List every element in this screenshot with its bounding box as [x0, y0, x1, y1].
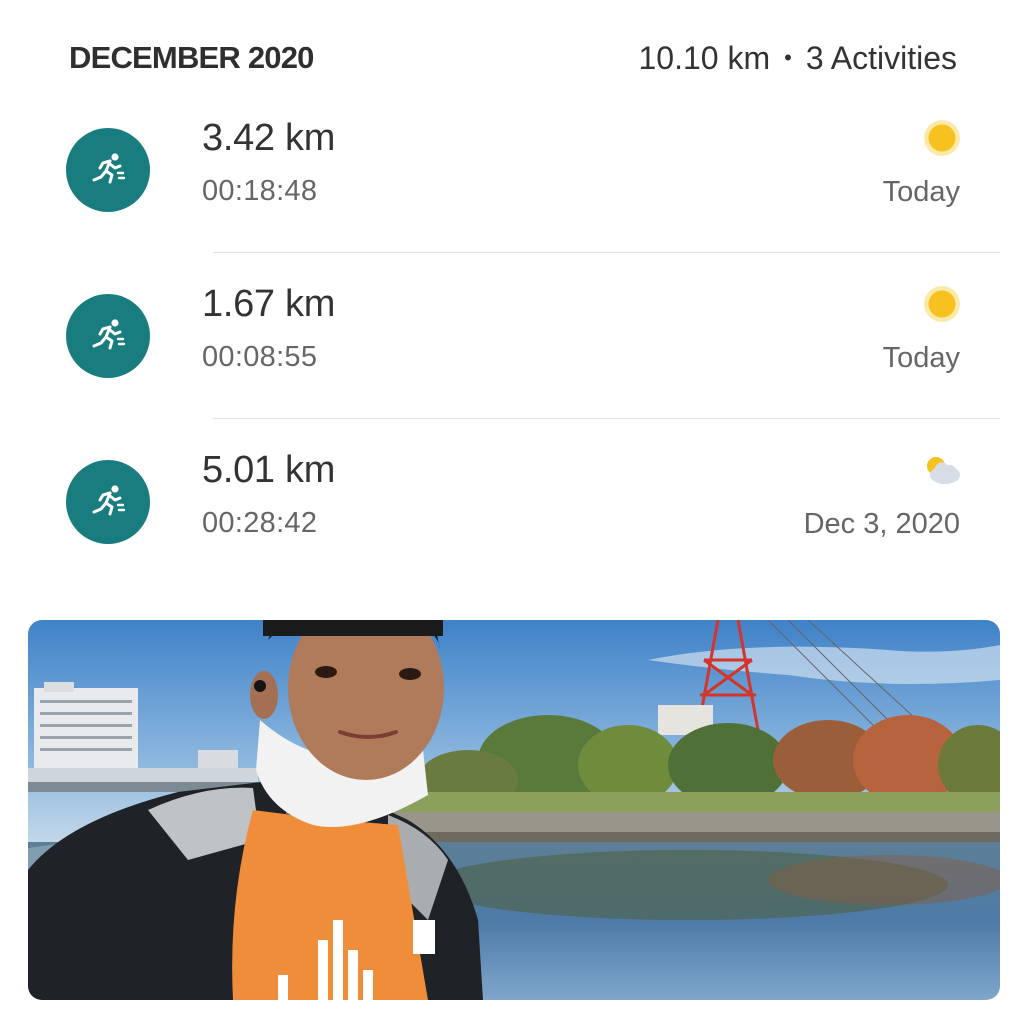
- divider: [213, 252, 1000, 253]
- activity-date: Dec 3, 2020: [803, 508, 960, 540]
- month-header: DECEMBER 2020 10.10 km • 3 Activities: [69, 36, 957, 80]
- running-icon: [66, 294, 150, 378]
- sun-icon: [922, 284, 962, 324]
- activity-distance: 3.42 km: [202, 117, 336, 159]
- partly-cloudy-icon: [922, 450, 962, 490]
- activity-duration: 00:08:55: [202, 341, 318, 373]
- activity-duration: 00:28:42: [202, 507, 318, 539]
- activity-count: 3 Activities: [805, 39, 957, 76]
- divider: [213, 418, 1000, 419]
- activity-date: Today: [882, 342, 960, 374]
- month-summary: 10.10 km • 3 Activities: [639, 40, 958, 77]
- running-icon: [66, 460, 150, 544]
- activity-distance: 5.01 km: [202, 449, 336, 491]
- activity-photo[interactable]: [28, 620, 1000, 1000]
- activity-row[interactable]: 3.42 km 00:18:48 Today: [0, 95, 1028, 261]
- activity-row[interactable]: 5.01 km 00:28:42 Dec 3, 2020: [0, 427, 1028, 593]
- sun-icon: [922, 118, 962, 158]
- activity-row[interactable]: 1.67 km 00:08:55 Today: [0, 261, 1028, 427]
- activity-date: Today: [882, 176, 960, 208]
- summary-separator: •: [784, 45, 792, 70]
- running-icon: [66, 128, 150, 212]
- activity-duration: 00:18:48: [202, 175, 318, 207]
- month-title: DECEMBER 2020: [69, 40, 314, 75]
- activity-distance: 1.67 km: [202, 283, 336, 325]
- total-distance: 10.10 km: [638, 39, 771, 76]
